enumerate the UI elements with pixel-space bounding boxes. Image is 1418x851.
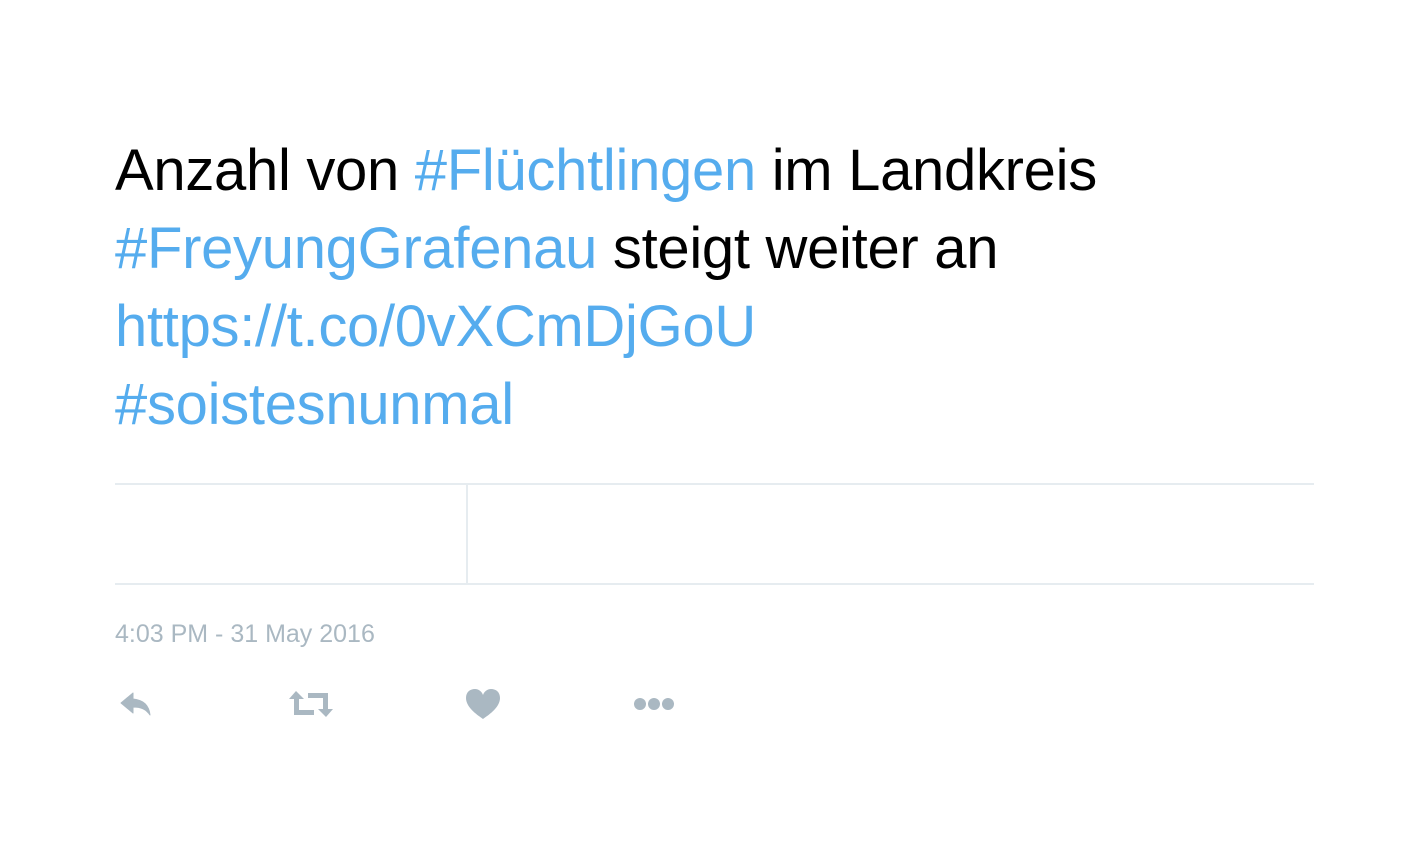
tweet-line-4: #soistesnunmal — [115, 366, 1315, 444]
tweet-text-segment: Anzahl von — [115, 138, 415, 203]
like-button[interactable] — [465, 682, 501, 726]
tweet-line-2: #FreyungGrafenau steigt weiter an — [115, 210, 1315, 288]
tweet-text-segment: im Landkreis — [755, 138, 1098, 203]
url-link[interactable]: https://t.co/0vXCmDjGoU — [115, 294, 756, 359]
retweet-icon — [288, 689, 334, 719]
tweet-stats-row — [115, 483, 1314, 585]
tweet-line-3: https://t.co/0vXCmDjGoU — [115, 288, 1315, 366]
retweet-button[interactable] — [288, 682, 334, 726]
reply-icon — [119, 689, 155, 719]
tweet-text-segment: steigt weiter an — [597, 216, 999, 281]
tweet-timestamp[interactable]: 4:03 PM - 31 May 2016 — [115, 618, 375, 650]
hashtag-link[interactable]: #FreyungGrafenau — [115, 216, 597, 281]
more-icon — [633, 696, 675, 712]
reply-button[interactable] — [119, 682, 155, 726]
hashtag-link[interactable]: #soistesnunmal — [115, 372, 514, 437]
more-button[interactable] — [633, 682, 675, 726]
tweet-line-1: Anzahl von #Flüchtlingen im Landkreis — [115, 132, 1315, 210]
tweet-text: Anzahl von #Flüchtlingen im Landkreis #F… — [115, 132, 1315, 444]
hashtag-link[interactable]: #Flüchtlingen — [415, 138, 756, 203]
stats-divider — [466, 485, 468, 583]
heart-icon — [465, 688, 501, 720]
